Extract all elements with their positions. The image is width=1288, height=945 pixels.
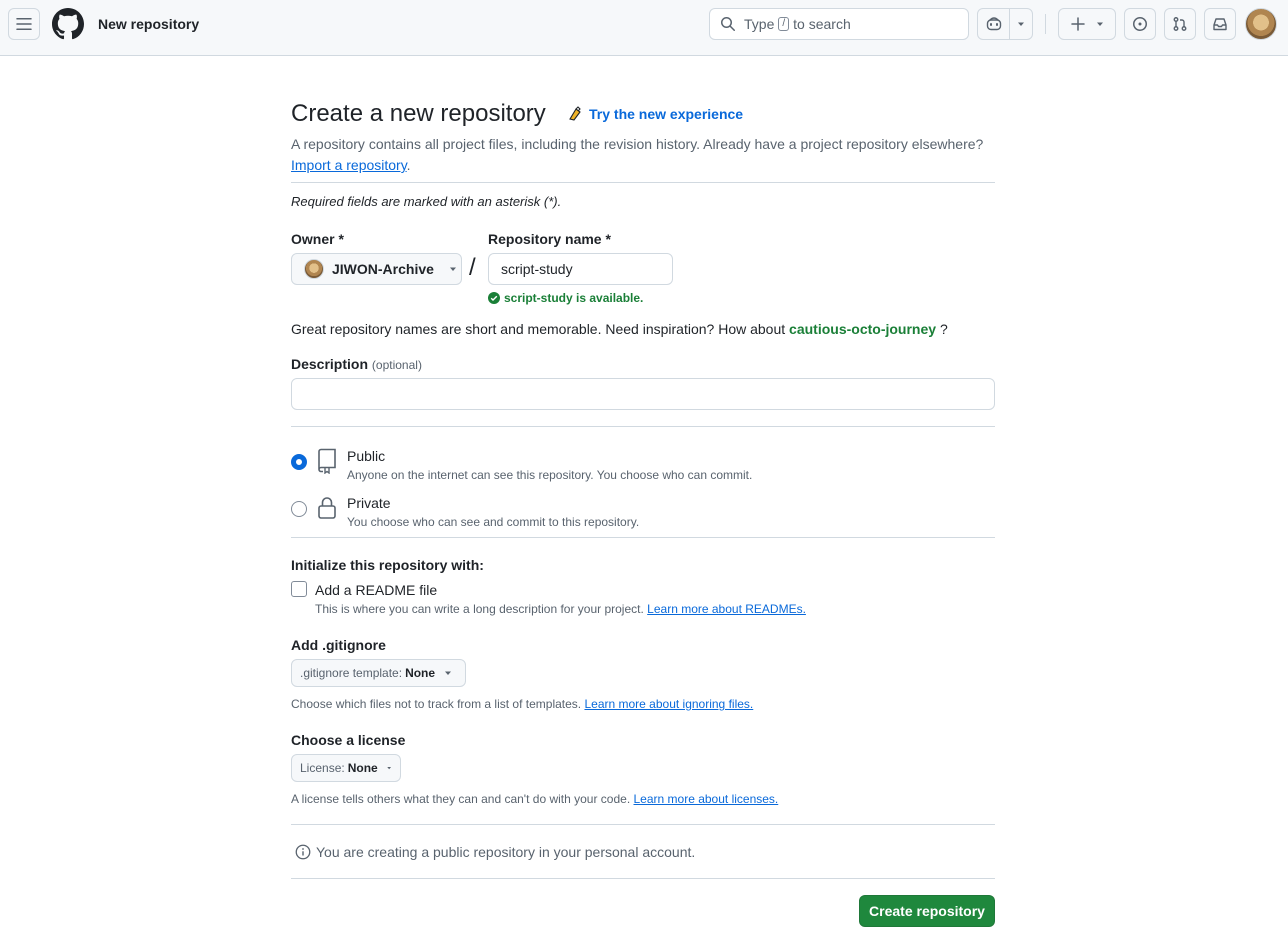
owner-select[interactable]: JIWON-Archive <box>291 253 462 285</box>
owner-label: Owner * <box>291 231 344 247</box>
owner-avatar <box>304 259 324 279</box>
gitignore-heading: Add .gitignore <box>291 637 386 653</box>
issues-button[interactable] <box>1124 8 1156 40</box>
readme-note-text: This is where you can write a long descr… <box>315 602 644 616</box>
description-input[interactable] <box>291 378 995 410</box>
beaker-icon <box>569 106 581 121</box>
visibility-private-option[interactable]: Private You choose who can see and commi… <box>291 495 995 535</box>
plus-icon <box>1070 17 1085 31</box>
try-new-experience-link[interactable]: Try the new experience <box>567 106 743 122</box>
license-note: A license tells others what they can and… <box>291 792 778 806</box>
menu-button[interactable] <box>8 8 40 40</box>
name-suggestion: Great repository names are short and mem… <box>291 321 948 337</box>
git-pull-request-icon <box>1173 17 1187 31</box>
create-repository-button[interactable]: Create repository <box>859 895 995 927</box>
search-prefix: Type <box>744 16 775 32</box>
gitignore-select-value: None <box>405 666 436 680</box>
repository-name-label: Repository name * <box>488 231 611 247</box>
license-select[interactable]: License: None <box>291 754 401 782</box>
user-avatar[interactable] <box>1245 8 1277 40</box>
visibility-public-option[interactable]: Public Anyone on the internet can see th… <box>291 448 995 488</box>
divider <box>291 537 995 538</box>
readme-learn-more-link[interactable]: Learn more about READMEs. <box>647 602 806 616</box>
page-title[interactable]: New repository <box>98 16 199 32</box>
intro-description: A repository contains all project files,… <box>291 136 984 152</box>
header-divider <box>1045 14 1046 34</box>
triangle-down-icon <box>1096 22 1103 26</box>
issue-opened-icon <box>1133 17 1147 31</box>
gitignore-template-select[interactable]: .gitignore template: None <box>291 659 466 687</box>
license-learn-more-link[interactable]: Learn more about licenses. <box>634 792 779 806</box>
copilot-button-group <box>977 8 1033 40</box>
intro-text: A repository contains all project files,… <box>291 134 995 176</box>
try-new-experience-label: Try the new experience <box>589 106 744 122</box>
repository-name-input[interactable] <box>488 253 673 285</box>
availability-status: script-study is available. <box>488 291 643 305</box>
license-note-text: A license tells others what they can and… <box>291 792 631 806</box>
readme-note: This is where you can write a long descr… <box>315 602 806 616</box>
search-shortcut-key: / <box>778 17 790 31</box>
description-label-text: Description <box>291 356 369 372</box>
global-header: New repository Type / to search <box>0 0 1288 56</box>
private-description: You choose who can see and commit to thi… <box>347 515 640 529</box>
private-title: Private <box>347 495 391 511</box>
availability-text: script-study is available. <box>504 291 644 305</box>
readme-checkbox[interactable] <box>291 581 307 597</box>
owner-value: JIWON-Archive <box>332 261 434 277</box>
divider <box>291 824 995 825</box>
triangle-down-icon <box>1018 22 1024 26</box>
lock-icon <box>318 497 336 519</box>
gitignore-select-prefix: .gitignore template: <box>300 666 403 680</box>
divider <box>291 426 995 427</box>
private-radio[interactable] <box>291 501 307 517</box>
inbox-icon <box>1213 18 1227 31</box>
initialize-heading: Initialize this repository with: <box>291 557 484 573</box>
import-repository-link[interactable]: Import a repository <box>291 157 407 173</box>
copilot-dropdown-button[interactable] <box>1010 9 1032 39</box>
readme-label[interactable]: Add a README file <box>315 582 437 598</box>
required-fields-note: Required fields are marked with an aster… <box>291 194 562 209</box>
public-description: Anyone on the internet can see this repo… <box>347 468 753 482</box>
create-new-button[interactable] <box>1058 8 1116 40</box>
license-select-prefix: License: <box>300 761 345 775</box>
triangle-down-icon <box>445 671 452 675</box>
search-icon <box>721 17 735 31</box>
intro-end: . <box>406 157 411 173</box>
copilot-button[interactable] <box>978 9 1010 39</box>
triangle-down-icon <box>386 767 391 770</box>
search-suffix: to search <box>793 16 851 32</box>
gitignore-note: Choose which files not to track from a l… <box>291 697 753 711</box>
public-radio[interactable] <box>291 454 307 470</box>
gitignore-learn-more-link[interactable]: Learn more about ignoring files. <box>584 697 753 711</box>
repo-icon <box>318 448 336 474</box>
license-select-value: None <box>347 761 378 775</box>
suggestion-text: Great repository names are short and mem… <box>291 321 786 337</box>
check-circle-icon <box>488 292 500 304</box>
suggested-name-button[interactable]: cautious-octo-journey <box>789 321 936 337</box>
github-logo-icon[interactable] <box>52 8 84 40</box>
divider <box>291 878 995 879</box>
optional-tag: (optional) <box>371 358 422 372</box>
info-message: You are creating a public repository in … <box>295 844 695 860</box>
hamburger-icon <box>16 18 32 30</box>
triangle-down-icon <box>449 267 456 271</box>
copilot-icon <box>986 17 1001 31</box>
description-label: Description (optional) <box>291 356 422 372</box>
search-input[interactable]: Type / to search <box>709 8 969 40</box>
gitignore-note-text: Choose which files not to track from a l… <box>291 697 582 711</box>
form-title: Create a new repository <box>291 100 546 127</box>
pull-requests-button[interactable] <box>1164 8 1196 40</box>
suggestion-end: ? <box>939 321 948 337</box>
inbox-button[interactable] <box>1204 8 1236 40</box>
license-heading: Choose a license <box>291 732 406 748</box>
divider <box>291 182 995 183</box>
public-title: Public <box>347 448 386 464</box>
owner-repo-separator: / <box>469 254 476 281</box>
info-text: You are creating a public repository in … <box>316 844 696 860</box>
info-icon <box>295 844 311 860</box>
